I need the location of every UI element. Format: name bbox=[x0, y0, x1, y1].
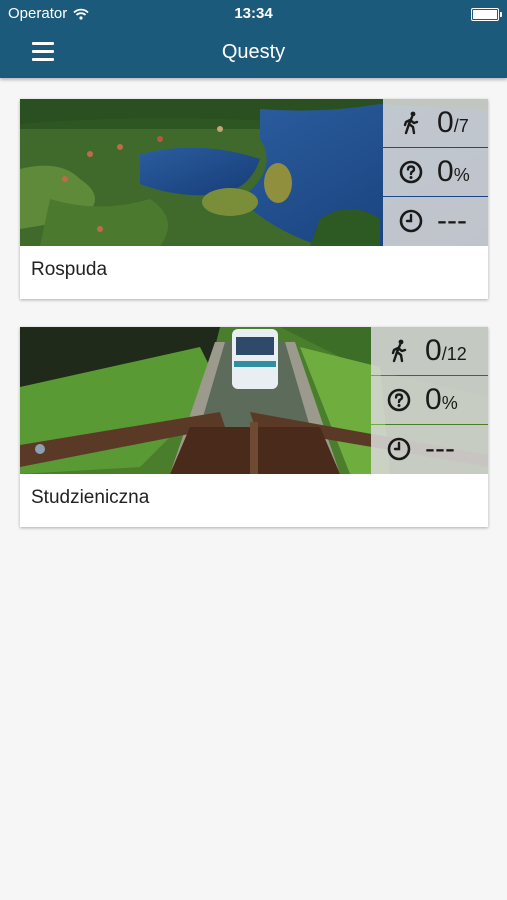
status-time: 13:34 bbox=[234, 5, 273, 22]
question-circle-icon bbox=[387, 388, 411, 412]
progress-count: 0 bbox=[437, 106, 454, 139]
walking-person-icon bbox=[403, 111, 419, 135]
progress-total: /12 bbox=[441, 344, 467, 364]
percent-value: 0 bbox=[425, 383, 442, 416]
percent-stat: 0% bbox=[383, 148, 488, 196]
walking-person-icon bbox=[391, 339, 407, 363]
clock-icon bbox=[387, 437, 411, 461]
percent-stat: 0% bbox=[371, 376, 488, 424]
percent-unit: % bbox=[441, 393, 458, 413]
quest-card-rospuda[interactable]: 0/7 0% --- Rospuda bbox=[20, 99, 488, 299]
quest-stats-panel: 0/12 0% --- bbox=[371, 327, 488, 474]
time-stat: --- bbox=[371, 425, 488, 474]
clock-icon bbox=[399, 209, 423, 233]
time-stat: --- bbox=[383, 197, 488, 246]
progress-stat: 0/7 bbox=[383, 99, 488, 147]
percent-value: 0 bbox=[437, 155, 454, 188]
quest-card-studzieniczna[interactable]: 0/12 0% --- Studzieniczna bbox=[20, 327, 488, 527]
battery-icon bbox=[471, 8, 502, 21]
progress-total: /7 bbox=[453, 116, 469, 136]
quest-name: Studzieniczna bbox=[31, 487, 150, 508]
progress-count: 0 bbox=[425, 334, 442, 367]
percent-unit: % bbox=[453, 165, 470, 185]
progress-stat: 0/12 bbox=[371, 327, 488, 375]
navigation-bar: Questy bbox=[0, 28, 507, 78]
time-value: --- bbox=[425, 432, 455, 465]
status-bar: Operator 13:34 bbox=[0, 0, 507, 28]
time-value: --- bbox=[437, 204, 467, 237]
page-title: Questy bbox=[221, 41, 286, 63]
quest-stats-panel: 0/7 0% --- bbox=[383, 99, 488, 246]
question-circle-icon bbox=[399, 160, 423, 184]
quest-name: Rospuda bbox=[31, 259, 108, 280]
